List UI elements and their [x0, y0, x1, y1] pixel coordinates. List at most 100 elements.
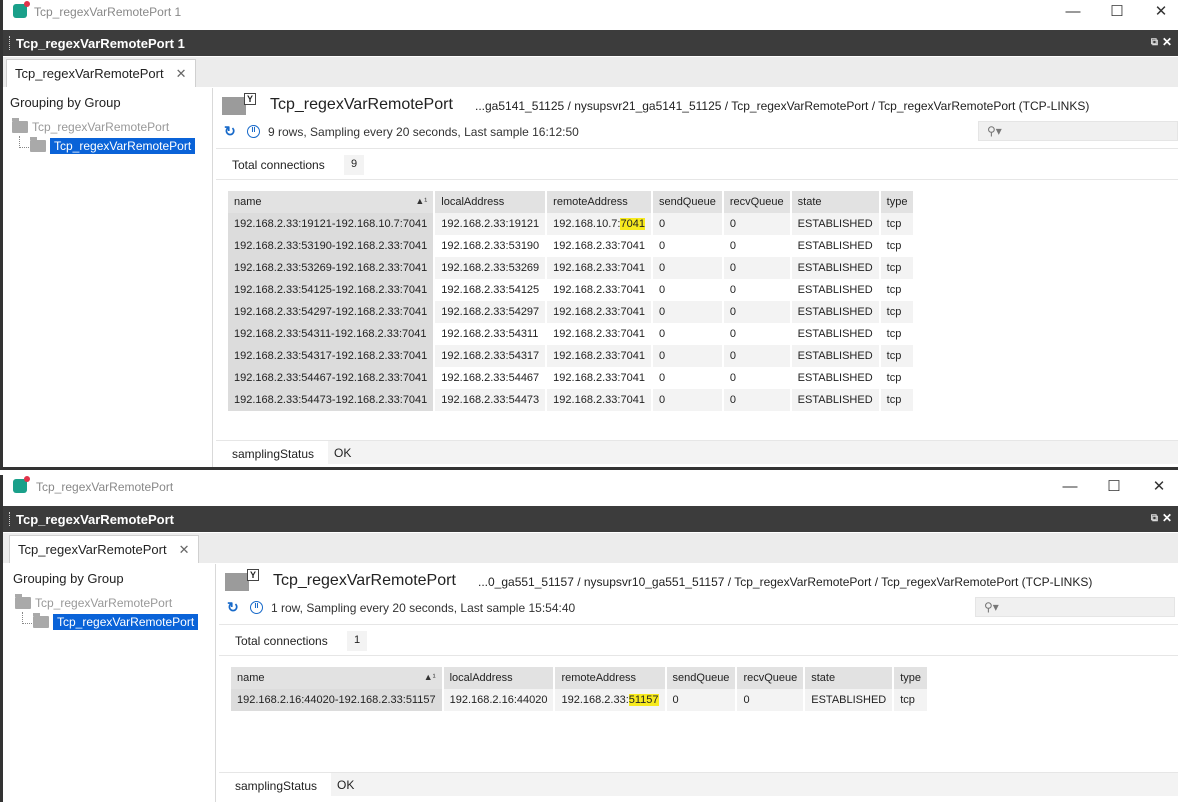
search-input[interactable]: ⚲▾ [978, 121, 1178, 141]
cell-type: tcp [879, 389, 916, 411]
remote-host: 192.168.2.33: [553, 284, 621, 296]
remote-port: 7041 [620, 328, 645, 340]
search-input[interactable]: ⚲▾ [975, 597, 1175, 617]
tab-strip: Tcp_regexVarRemotePort ✕ [3, 533, 1178, 563]
filter-icon[interactable]: Y [244, 93, 256, 105]
table-row[interactable]: 192.168.2.16:44020-192.168.2.33:51157 192… [231, 689, 930, 711]
column-header-sendqueue[interactable]: sendQueue [651, 191, 724, 213]
tree-root-item[interactable]: Tcp_regexVarRemotePort [12, 118, 169, 134]
sampling-status-value: OK [331, 773, 1178, 796]
column-header-label: name [237, 672, 265, 684]
panel-maximize-icon[interactable]: ⧉ [1151, 513, 1158, 524]
cell-remote-address: 192.168.10.7:7041 [546, 213, 653, 235]
column-header-recvqueue[interactable]: recvQueue [722, 191, 792, 213]
tree-root-item[interactable]: Tcp_regexVarRemotePort [15, 594, 172, 610]
panel-titlebar: Tcp_regexVarRemotePort 1 ⧉ ✕ [3, 30, 1178, 56]
column-header-sendqueue[interactable]: sendQueue [665, 667, 738, 689]
os-titlebar[interactable]: Tcp_regexVarRemotePort 1 — ☐ ✕ [3, 0, 1178, 24]
panel-maximize-icon[interactable]: ⧉ [1151, 37, 1158, 48]
table-row[interactable]: 192.168.2.33:54125-192.168.2.33:7041 192.… [228, 279, 916, 301]
tab-tcp-regexvarremoteport[interactable]: Tcp_regexVarRemotePort ✕ [6, 59, 196, 87]
cell-type: tcp [879, 345, 916, 367]
refresh-icon[interactable]: ↻ [224, 123, 236, 140]
os-titlebar[interactable]: Tcp_regexVarRemotePort — ☐ ✕ [3, 475, 1178, 499]
pause-icon[interactable]: II [247, 125, 260, 138]
view-icon: Y [225, 569, 259, 591]
main-pane: Y Tcp_regexVarRemotePort ...0_ga551_5115… [219, 564, 1178, 802]
column-header-remoteaddress[interactable]: remoteAddress [554, 667, 667, 689]
column-header-localaddress[interactable]: localAddress [434, 191, 548, 213]
grouping-title: Grouping by Group [13, 571, 124, 586]
remote-port: 7041 [620, 372, 645, 384]
column-header-remoteaddress[interactable]: remoteAddress [546, 191, 653, 213]
table-row[interactable]: 192.168.2.33:54467-192.168.2.33:7041 192.… [228, 367, 916, 389]
folder-icon [15, 594, 31, 609]
cell-recv-queue: 0 [722, 301, 792, 323]
remote-port: 7041 [620, 284, 645, 296]
panel-close-icon[interactable]: ✕ [1162, 35, 1172, 49]
cell-send-queue: 0 [651, 235, 724, 257]
column-header-localaddress[interactable]: localAddress [442, 667, 556, 689]
column-header-name[interactable]: name ▲¹ [231, 667, 444, 689]
remote-port: 7041 [620, 262, 645, 274]
cell-recv-queue: 0 [722, 323, 792, 345]
remote-port: 7041 [620, 394, 645, 406]
drag-grip-icon[interactable] [9, 36, 12, 50]
column-header-recvqueue[interactable]: recvQueue [736, 667, 806, 689]
refresh-icon[interactable]: ↻ [227, 599, 239, 616]
tab-close-icon[interactable]: ✕ [179, 542, 190, 563]
app-icon [13, 1, 30, 18]
table-row[interactable]: 192.168.2.33:53190-192.168.2.33:7041 192.… [228, 235, 916, 257]
cell-local-address: 192.168.2.33:53269 [434, 257, 548, 279]
cell-recv-queue: 0 [722, 235, 792, 257]
table-row[interactable]: 192.168.2.33:53269-192.168.2.33:7041 192.… [228, 257, 916, 279]
table-row[interactable]: 192.168.2.33:54311-192.168.2.33:7041 192.… [228, 323, 916, 345]
cell-type: tcp [879, 235, 916, 257]
main-pane: Y Tcp_regexVarRemotePort ...ga5141_51125… [216, 88, 1178, 467]
column-header-state[interactable]: state [790, 191, 881, 213]
column-header-label: state [797, 196, 822, 208]
close-button[interactable]: ✕ [1146, 2, 1176, 22]
tree-child-item[interactable]: Tcp_regexVarRemotePort [33, 613, 199, 630]
search-icon: ⚲▾ [987, 124, 1002, 138]
panel-close-icon[interactable]: ✕ [1162, 511, 1172, 525]
cell-name: 192.168.2.33:54297-192.168.2.33:7041 [228, 301, 436, 323]
minimize-button[interactable]: — [1055, 477, 1085, 497]
tree-child-item[interactable]: Tcp_regexVarRemotePort [30, 137, 196, 154]
cell-send-queue: 0 [651, 279, 724, 301]
filter-icon[interactable]: Y [247, 569, 259, 581]
drag-grip-icon[interactable] [9, 512, 12, 526]
cell-send-queue: 0 [651, 301, 724, 323]
tree-child-label: Tcp_regexVarRemotePort [53, 614, 199, 630]
column-header-label: type [900, 672, 922, 684]
close-button[interactable]: ✕ [1144, 477, 1174, 497]
cell-send-queue: 0 [665, 689, 738, 711]
column-header-label: remoteAddress [561, 672, 637, 684]
sort-asc-icon[interactable]: ▲¹ [415, 196, 427, 206]
cell-state: ESTABLISHED [804, 689, 895, 711]
minimize-button[interactable]: — [1058, 2, 1088, 22]
maximize-button[interactable]: ☐ [1099, 477, 1129, 497]
tab-tcp-regexvarremoteport[interactable]: Tcp_regexVarRemotePort ✕ [9, 535, 199, 563]
cell-send-queue: 0 [651, 367, 724, 389]
tab-close-icon[interactable]: ✕ [176, 66, 187, 87]
sort-asc-icon[interactable]: ▲¹ [424, 672, 436, 682]
table-row[interactable]: 192.168.2.33:54473-192.168.2.33:7041 192.… [228, 389, 916, 411]
cell-type: tcp [879, 279, 916, 301]
pause-icon[interactable]: II [250, 601, 263, 614]
table-row[interactable]: 192.168.2.33:54317-192.168.2.33:7041 192.… [228, 345, 916, 367]
column-header-name[interactable]: name ▲¹ [228, 191, 436, 213]
sampling-status-text: 9 rows, Sampling every 20 seconds, Last … [268, 125, 579, 139]
maximize-button[interactable]: ☐ [1102, 2, 1132, 22]
remote-host: 192.168.10.7: [553, 218, 621, 230]
remote-host: 192.168.2.33: [561, 694, 629, 706]
table-row[interactable]: 192.168.2.33:54297-192.168.2.33:7041 192.… [228, 301, 916, 323]
column-header-label: sendQueue [658, 196, 716, 208]
column-header-label: name [234, 196, 262, 208]
column-header-state[interactable]: state [804, 667, 895, 689]
table-row[interactable]: 192.168.2.33:19121-192.168.10.7:7041 192.… [228, 213, 916, 235]
column-header-type[interactable]: type [893, 667, 930, 689]
column-header-type[interactable]: type [879, 191, 916, 213]
remote-host: 192.168.2.33: [553, 394, 621, 406]
cell-remote-address: 192.168.2.33:7041 [546, 235, 653, 257]
